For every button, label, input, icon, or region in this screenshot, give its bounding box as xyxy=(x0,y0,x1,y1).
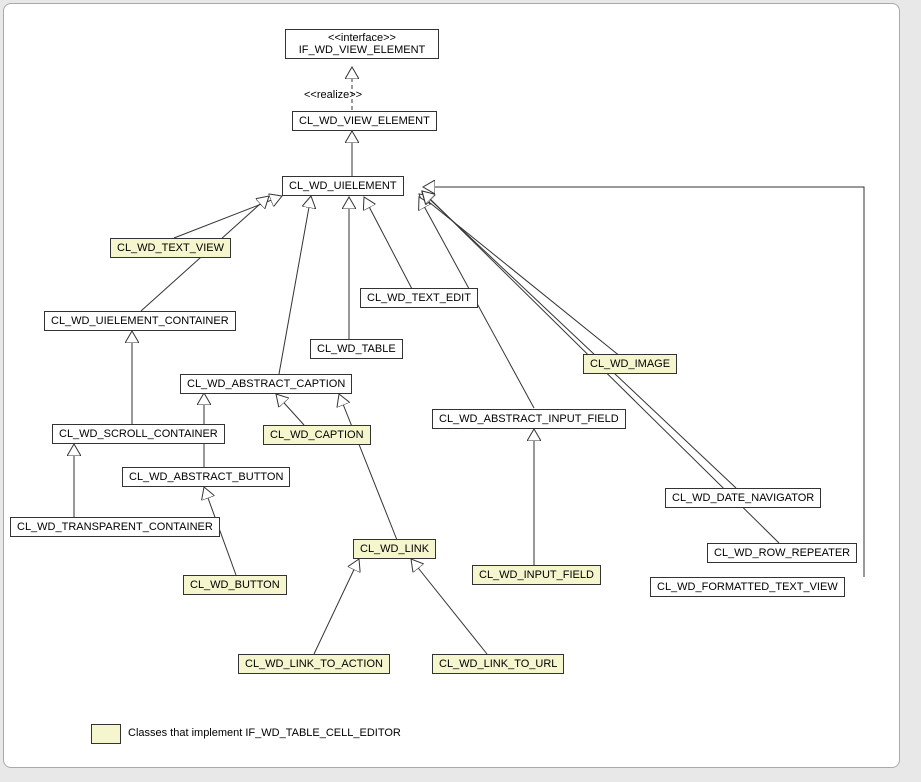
class-if-wd-view-element: <<interface>> IF_WD_VIEW_ELEMENT xyxy=(285,29,439,59)
class-cl-wd-text-edit: CL_WD_TEXT_EDIT xyxy=(360,288,478,308)
diagram-panel: <<interface>> IF_WD_VIEW_ELEMENT <<reali… xyxy=(3,3,900,768)
class-cl-wd-link: CL_WD_LINK xyxy=(353,539,436,559)
class-cl-wd-button: CL_WD_BUTTON xyxy=(183,575,287,595)
legend-swatch xyxy=(91,724,121,744)
class-cl-wd-uielement-container: CL_WD_UIELEMENT_CONTAINER xyxy=(44,311,236,331)
class-cl-wd-date-navigator: CL_WD_DATE_NAVIGATOR xyxy=(665,488,821,508)
class-cl-wd-link-to-url: CL_WD_LINK_TO_URL xyxy=(432,654,564,674)
class-cl-wd-scroll-container: CL_WD_SCROLL_CONTAINER xyxy=(52,424,225,444)
class-cl-wd-view-element: CL_WD_VIEW_ELEMENT xyxy=(292,111,437,131)
stereotype-realize: <<realize>> xyxy=(304,89,362,101)
class-cl-wd-input-field: CL_WD_INPUT_FIELD xyxy=(472,565,601,585)
class-cl-wd-uielement: CL_WD_UIELEMENT xyxy=(282,176,404,196)
stereotype-interface: <<interface>> xyxy=(294,32,430,44)
class-cl-wd-text-view: CL_WD_TEXT_VIEW xyxy=(110,238,231,258)
class-cl-wd-link-to-action: CL_WD_LINK_TO_ACTION xyxy=(238,654,390,674)
class-cl-wd-row-repeater: CL_WD_ROW_REPEATER xyxy=(707,543,857,563)
class-cl-wd-image: CL_WD_IMAGE xyxy=(583,354,677,374)
class-cl-wd-formatted-text-view: CL_WD_FORMATTED_TEXT_VIEW xyxy=(650,577,845,597)
class-label: IF_WD_VIEW_ELEMENT xyxy=(294,44,430,56)
class-cl-wd-table: CL_WD_TABLE xyxy=(310,339,403,359)
class-cl-wd-abstract-button: CL_WD_ABSTRACT_BUTTON xyxy=(122,467,290,487)
diagram-canvas: <<interface>> IF_WD_VIEW_ELEMENT <<reali… xyxy=(0,0,921,782)
legend-text: Classes that implement IF_WD_TABLE_CELL_… xyxy=(128,727,401,739)
class-cl-wd-transparent-container: CL_WD_TRANSPARENT_CONTAINER xyxy=(10,517,220,537)
class-cl-wd-abstract-caption: CL_WD_ABSTRACT_CAPTION xyxy=(180,374,352,394)
connector-lines xyxy=(4,4,899,767)
class-cl-wd-abstract-input-field: CL_WD_ABSTRACT_INPUT_FIELD xyxy=(432,409,626,429)
class-cl-wd-caption: CL_WD_CAPTION xyxy=(263,425,371,445)
